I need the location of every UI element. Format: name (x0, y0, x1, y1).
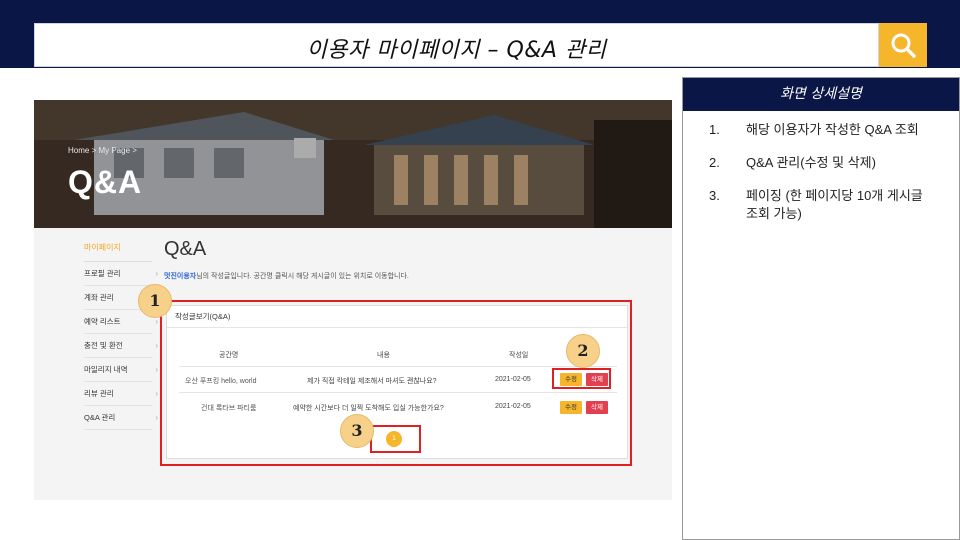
chevron-right-icon: › (155, 413, 158, 422)
sidebar-item-label: 마일리지 내역 (84, 365, 128, 374)
page-description: 멋진이용자님의 작성글입니다. 공간명 클릭시 해당 게시글이 있는 위치로 이… (164, 271, 664, 281)
embedded-screenshot: Home > My Page > Q&A 마이페이지 프로필 관리 › 계좌 관리… (34, 100, 672, 500)
sidebar-item-label: 리뷰 관리 (84, 389, 114, 398)
sidebar-item-reviews[interactable]: 리뷰 관리 › (84, 382, 158, 406)
sidebar-item-label: 예약 리스트 (84, 317, 121, 326)
highlight-box-paging (370, 425, 421, 453)
chevron-right-icon: › (155, 389, 158, 398)
detail-panel: 화면 상세설명 1. 해당 이용자가 작성한 Q&A 조회 2. Q&A 관리(수정… (682, 77, 960, 540)
sidebar-item-reservations[interactable]: 예약 리스트 › (84, 310, 158, 334)
marker-2: 2 (566, 334, 600, 368)
chevron-right-icon: › (155, 269, 158, 278)
sidebar-item-charge[interactable]: 충전 및 환전 › (84, 334, 158, 358)
sidebar-item-label: 계좌 관리 (84, 293, 114, 302)
list-text: 페이징 (한 페이지당 10개 게시글 조회 가능) (746, 188, 923, 221)
highlight-box-buttons (552, 368, 611, 389)
hero-title: Q&A (68, 164, 143, 200)
hero-banner: Home > My Page > Q&A (34, 100, 672, 228)
marker-3: 3 (340, 414, 374, 448)
list-text: 해당 이용자가 작성한 Q&A 조회 (746, 122, 919, 137)
chevron-right-icon: › (155, 365, 158, 374)
description-text: 님의 작성글입니다. 공간명 클릭시 해당 게시글이 있는 위치로 이동합니다. (196, 273, 409, 280)
marker-1: 1 (138, 284, 172, 318)
list-item: 3. 페이징 (한 페이지당 10개 게시글 조회 가능) (683, 187, 959, 223)
list-number: 1. (709, 122, 720, 137)
list-number: 2. (709, 155, 720, 170)
breadcrumb: Home > My Page > (68, 146, 137, 155)
sidebar-item-qa[interactable]: Q&A 관리 › (84, 406, 158, 430)
sidebar-item-mileage[interactable]: 마일리지 내역 › (84, 358, 158, 382)
main-content: Q&A 멋진이용자님의 작성글입니다. 공간명 클릭시 해당 게시글이 있는 위… (164, 238, 664, 281)
sidebar-item-profile[interactable]: 프로필 관리 › (84, 262, 158, 286)
slide: 이용자 마이페이지 – Q&A 관리 Home > My Page > Q&A … (0, 0, 960, 540)
sidebar-item-label: 프로필 관리 (84, 269, 121, 278)
chevron-right-icon: › (155, 341, 158, 350)
detail-panel-title: 화면 상세설명 (683, 78, 959, 111)
page-title: Q&A (164, 238, 207, 260)
search-button[interactable] (879, 23, 927, 67)
sidebar: 마이페이지 프로필 관리› 계좌 관리› 예약 리스트› 충전 및 환전› 마일… (84, 238, 158, 430)
list-item: 1. 해당 이용자가 작성한 Q&A 조회 (683, 121, 959, 139)
list-number: 3. (709, 188, 720, 203)
search-icon (891, 33, 916, 58)
user-name: 멋진이용자 (164, 273, 197, 280)
detail-list: 1. 해당 이용자가 작성한 Q&A 조회 2. Q&A 관리(수정 및 삭제) 3… (683, 121, 959, 223)
sidebar-item-label: Q&A 관리 (84, 413, 116, 422)
slide-title: 이용자 마이페이지 – Q&A 관리 (306, 38, 607, 63)
list-item: 2. Q&A 관리(수정 및 삭제) (683, 154, 959, 172)
list-text: Q&A 관리(수정 및 삭제) (746, 155, 876, 170)
sidebar-item-label: 충전 및 환전 (84, 341, 123, 350)
sidebar-heading: 마이페이지 (84, 238, 152, 262)
title-box: 이용자 마이페이지 – Q&A 관리 (34, 23, 879, 67)
